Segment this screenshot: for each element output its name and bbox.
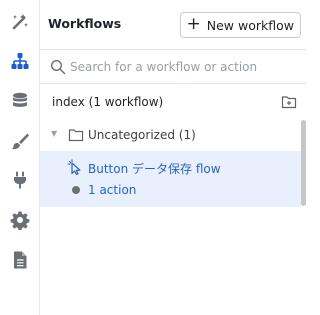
scrollbar-thumb[interactable] [301, 120, 306, 206]
action-count-label[interactable]: 1 action [88, 183, 136, 197]
plus-icon: + [186, 13, 201, 34]
add-folder-icon[interactable] [281, 94, 297, 110]
rail-magic-wand-button[interactable] [0, 2, 40, 42]
caret-down-icon[interactable]: ▼ [51, 129, 57, 138]
workflows-panel: Workflows + New workflow index (1 workfl… [40, 0, 307, 315]
click-cursor-icon [67, 159, 81, 175]
rail-workflows-button[interactable] [0, 41, 40, 81]
panel-title: Workflows [48, 16, 122, 31]
search-input[interactable] [70, 56, 295, 78]
rail-plugins-button[interactable] [0, 160, 40, 200]
panel-header: Workflows + New workflow [40, 0, 307, 50]
brush-icon [11, 133, 29, 150]
search-icon [50, 59, 66, 75]
index-label: index (1 workflow) [52, 95, 164, 109]
plug-icon [14, 171, 26, 189]
index-row[interactable]: index (1 workflow) [40, 84, 307, 120]
group-label: Uncategorized (1) [88, 128, 196, 142]
action-dot-icon [72, 186, 80, 194]
workflow-row[interactable]: Button データ保存 flow 1 action [40, 151, 301, 207]
icon-rail [0, 0, 40, 315]
gear-icon [10, 211, 30, 230]
folder-icon [68, 129, 84, 142]
rail-database-button[interactable] [0, 81, 40, 121]
new-workflow-label: New workflow [206, 17, 294, 33]
workflow-label: Button データ保存 flow [88, 162, 221, 176]
rail-design-button[interactable] [0, 121, 40, 161]
rail-logs-button[interactable] [0, 240, 40, 280]
group-row-uncategorized[interactable]: ▼ Uncategorized (1) [40, 120, 307, 150]
new-workflow-button[interactable]: + New workflow [179, 12, 301, 38]
workflow-hierarchy-icon [11, 53, 29, 69]
database-icon [13, 92, 27, 107]
document-icon [14, 251, 27, 269]
magic-wand-icon [12, 14, 28, 30]
search-bar [40, 50, 307, 84]
rail-settings-button[interactable] [0, 200, 40, 240]
